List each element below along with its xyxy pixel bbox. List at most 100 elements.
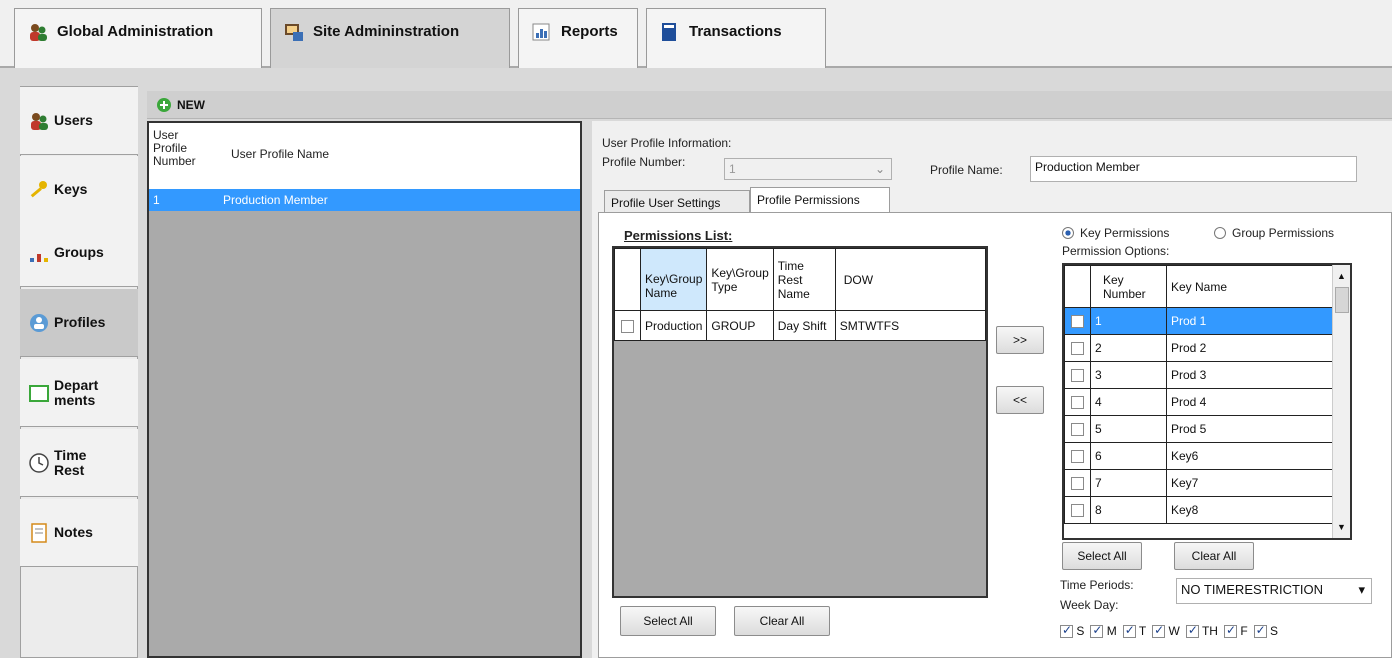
table-row[interactable]: 4 Prod 4 [1064, 388, 1334, 416]
row-checkbox[interactable] [1071, 423, 1084, 437]
row-checkbox[interactable] [1071, 450, 1084, 464]
column-header-key-name[interactable]: Key Name [1166, 265, 1334, 308]
button-label: Select All [1077, 549, 1127, 563]
row-checkbox[interactable] [621, 319, 634, 333]
day-label: TH [1201, 623, 1218, 638]
tab-label: Reports [561, 23, 618, 40]
department-icon [28, 382, 50, 404]
button-label: Clear All [759, 614, 805, 628]
day-checkbox[interactable]: TH [1185, 623, 1218, 639]
column-header-profile-name[interactable]: User Profile Name [231, 147, 329, 161]
new-button-label: NEW [177, 97, 205, 112]
checkbox-checked-icon [1122, 623, 1136, 639]
day-checkbox[interactable]: S [1253, 623, 1279, 639]
table-row[interactable]: 1 Prod 1 [1064, 307, 1334, 335]
sidebar-item-time-rest[interactable]: Time Rest [20, 429, 138, 497]
sidebar-item-notes[interactable]: Notes [20, 499, 138, 567]
column-header-time-rest[interactable]: Time Rest Name [772, 248, 836, 311]
permissions-select-all-button[interactable]: Select All [620, 606, 716, 636]
reports-icon [531, 21, 553, 43]
row-checkbox[interactable] [1071, 477, 1084, 491]
table-row[interactable]: 2 Prod 2 [1064, 334, 1334, 362]
cell-key-name: Prod 1 [1166, 307, 1334, 335]
column-header-key-number[interactable]: Key Number [1090, 265, 1167, 308]
day-checkbox[interactable]: S [1060, 623, 1085, 639]
new-button[interactable]: NEW [155, 96, 205, 114]
profile-name-label: Profile Name: [930, 163, 1003, 177]
transactions-icon [659, 21, 681, 43]
tab-site-administration[interactable]: Site Admininstration [270, 8, 510, 68]
remove-permission-button[interactable]: << [996, 386, 1044, 414]
table-row[interactable]: 8 Key8 [1064, 496, 1334, 524]
sidebar-item-label: Users [54, 112, 93, 128]
tab-profile-user-settings[interactable]: Profile User Settings [604, 190, 750, 214]
sidebar-item-groups[interactable]: Groups [20, 219, 138, 287]
day-label: S [1076, 623, 1085, 638]
sidebar-item-departments[interactable]: Depart ments [20, 359, 138, 427]
column-header-type[interactable]: Key\Group Type [706, 248, 774, 311]
radio-label: Key Permissions [1080, 226, 1170, 240]
scrollbar-thumb[interactable] [1335, 287, 1349, 313]
row-checkbox[interactable] [1071, 396, 1084, 410]
profile-list-header: User Profile Number User Profile Name [149, 123, 580, 189]
tab-label: Transactions [689, 23, 782, 40]
scroll-up-icon[interactable]: ▲ [1337, 271, 1346, 281]
tab-transactions[interactable]: Transactions [646, 8, 826, 68]
radio-key-permissions[interactable]: Key Permissions [1062, 226, 1169, 240]
column-header-dow[interactable]: DOW [834, 248, 987, 311]
radio-group-permissions[interactable]: Group Permissions [1214, 226, 1334, 240]
add-permission-button[interactable]: >> [996, 326, 1044, 354]
table-row[interactable]: Production GROUP Day Shift SMTWTFS [614, 310, 987, 341]
radio-label: Group Permissions [1232, 226, 1335, 240]
profile-name-field[interactable]: Production Member [1030, 156, 1357, 182]
day-checkbox[interactable]: T [1122, 623, 1146, 639]
table-row[interactable]: 6 Key6 [1064, 442, 1334, 470]
table-row[interactable]: 7 Key7 [1064, 469, 1334, 497]
table-row[interactable]: 5 Prod 5 [1064, 415, 1334, 443]
tab-reports[interactable]: Reports [518, 8, 638, 68]
day-label: S [1270, 623, 1279, 638]
toolbar: NEW [147, 91, 1392, 119]
cell-key-number: 6 [1090, 442, 1167, 470]
sidebar-item-keys[interactable]: Keys [20, 156, 138, 224]
row-checkbox[interactable] [1071, 504, 1084, 518]
table-row[interactable]: 1 Production Member [149, 189, 580, 211]
profile-number-select[interactable]: 1 ⌄ [724, 158, 892, 180]
profile-icon [28, 312, 50, 334]
button-label: Select All [643, 614, 693, 628]
options-select-all-button[interactable]: Select All [1062, 542, 1142, 570]
time-periods-label: Time Periods: [1060, 578, 1134, 592]
tab-global-administration[interactable]: Global Administration [14, 8, 262, 68]
sidebar-item-profiles[interactable]: Profiles [20, 289, 138, 357]
tab-label: Profile User Settings [611, 196, 721, 210]
profile-name-cell: Production Member [223, 193, 328, 207]
column-header-profile-number[interactable]: User Profile Number [153, 129, 213, 168]
section-title: User Profile Information: [602, 136, 732, 150]
day-checkbox[interactable]: M [1090, 623, 1117, 639]
time-periods-select[interactable]: NO TIMERESTRICTION ▾ [1176, 578, 1372, 604]
checkbox-checked-icon [1152, 623, 1166, 639]
cell-key-number: 1 [1090, 307, 1167, 335]
row-checkbox[interactable] [1071, 342, 1084, 356]
vertical-scrollbar[interactable]: ▲ ▼ [1332, 265, 1350, 538]
options-clear-all-button[interactable]: Clear All [1174, 542, 1254, 570]
sidebar-item-users[interactable]: Users [20, 87, 138, 155]
row-checkbox[interactable] [1071, 369, 1084, 383]
profile-list-grid[interactable]: User Profile Number User Profile Name 1 … [147, 121, 582, 658]
scroll-down-icon[interactable]: ▼ [1337, 522, 1346, 532]
permissions-grid[interactable]: Key\Group Name Key\Group Type Time Rest … [612, 246, 988, 598]
users-icon [28, 110, 50, 132]
day-checkbox[interactable]: W [1152, 623, 1180, 639]
permissions-clear-all-button[interactable]: Clear All [734, 606, 830, 636]
cell-name: Production [639, 310, 708, 341]
row-checkbox[interactable] [1071, 315, 1084, 329]
radio-unselected-icon [1214, 227, 1226, 239]
table-row[interactable]: 3 Prod 3 [1064, 361, 1334, 389]
key-options-grid[interactable]: Key Number Key Name 1 Prod 1 2 Prod 2 3 Prod … [1062, 263, 1352, 540]
tab-profile-permissions[interactable]: Profile Permissions [750, 187, 890, 214]
day-checkbox[interactable]: F [1223, 623, 1248, 639]
cell-key-number: 7 [1090, 469, 1167, 497]
tab-label: Profile Permissions [757, 193, 860, 207]
chevron-down-icon: ⌄ [874, 162, 885, 176]
column-header-name[interactable]: Key\Group Name [639, 248, 708, 311]
